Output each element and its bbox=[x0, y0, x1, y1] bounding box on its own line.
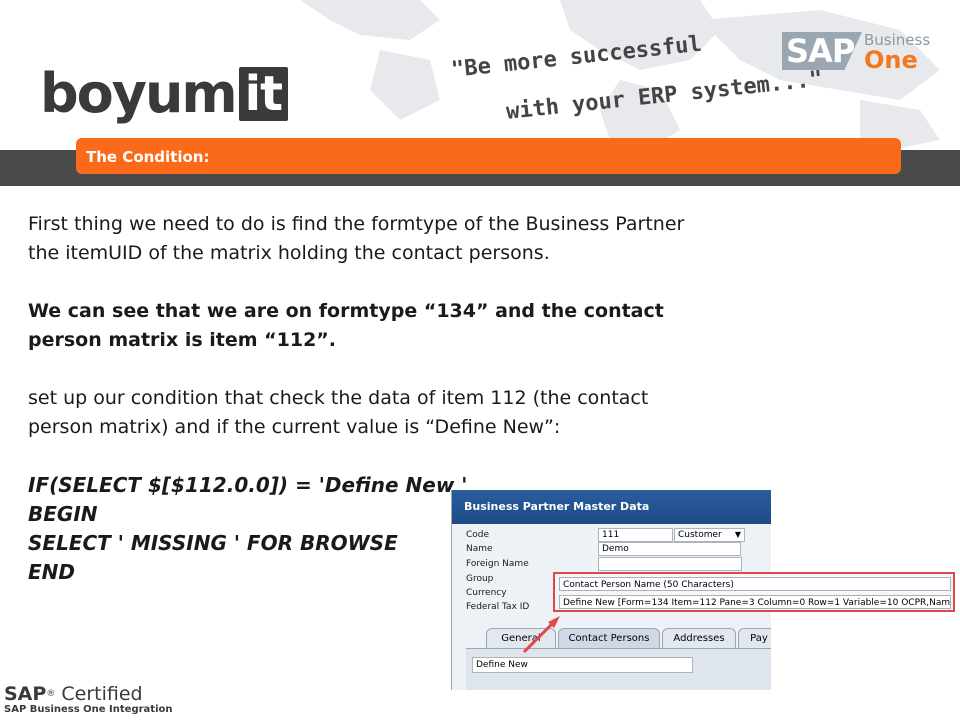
sap-certified-badge: SAP® Certified SAP Business One Integrat… bbox=[4, 684, 172, 716]
field-label: Currency bbox=[466, 588, 507, 598]
sap-business-one-logo: SAP Business One bbox=[782, 32, 930, 72]
sap-mark: SAP bbox=[782, 32, 862, 70]
tab-addresses[interactable]: Addresses bbox=[662, 628, 736, 649]
cert-title: SAP® Certified bbox=[4, 684, 172, 704]
field-label: Foreign Name bbox=[466, 559, 529, 569]
contact-persons-panel: Define New bbox=[466, 648, 771, 690]
bp-type-value: Customer bbox=[678, 530, 722, 540]
boyum-it-logo: boyum it bbox=[40, 62, 289, 125]
debug-info-tooltip: Contact Person Name (50 Characters) Defi… bbox=[553, 572, 955, 612]
sap-one-text: One bbox=[864, 46, 918, 74]
cert-subtitle: SAP Business One Integration bbox=[4, 704, 173, 715]
field-label: Group bbox=[466, 574, 494, 584]
header: boyum it "Be more successful with your E… bbox=[0, 0, 960, 148]
code-field[interactable]: 111 bbox=[598, 528, 673, 542]
sap-product-name: Business One bbox=[864, 32, 930, 72]
field-label: Name bbox=[466, 544, 493, 554]
contact-person-list-item[interactable]: Define New bbox=[472, 657, 693, 673]
section-title-bar: The Condition: bbox=[76, 138, 901, 174]
cert-word: Certified bbox=[61, 683, 143, 705]
form-tabs: General Contact Persons Addresses Pay bbox=[466, 628, 771, 650]
registered-mark-icon: ® bbox=[46, 689, 56, 699]
section-title: The Condition: bbox=[86, 148, 210, 166]
name-field[interactable]: Demo bbox=[598, 542, 741, 556]
paragraph-formtype: We can see that we are on formtype “134”… bbox=[28, 300, 664, 351]
bp-type-select[interactable]: Customer ▼ bbox=[674, 528, 745, 542]
tab-contact-persons[interactable]: Contact Persons bbox=[558, 628, 660, 649]
tab-payment[interactable]: Pay bbox=[738, 628, 771, 649]
cert-sap-text: SAP bbox=[4, 683, 47, 705]
paragraph-intro: First thing we need to do is find the fo… bbox=[28, 213, 685, 264]
logo-it-mark: it bbox=[238, 67, 289, 121]
paragraph-condition: set up our condition that check the data… bbox=[28, 387, 649, 438]
logo-word: boyum bbox=[40, 62, 238, 125]
field-label: Federal Tax ID bbox=[466, 602, 530, 612]
field-label: Code bbox=[466, 530, 490, 540]
tooltip-item-info: Define New [Form=134 Item=112 Pane=3 Col… bbox=[559, 595, 951, 609]
foreign-name-field[interactable] bbox=[598, 557, 742, 571]
tooltip-field-description: Contact Person Name (50 Characters) bbox=[559, 577, 951, 591]
callout-arrow-icon bbox=[522, 616, 560, 654]
chevron-down-icon: ▼ bbox=[734, 530, 741, 539]
window-title: Business Partner Master Data bbox=[452, 490, 771, 524]
